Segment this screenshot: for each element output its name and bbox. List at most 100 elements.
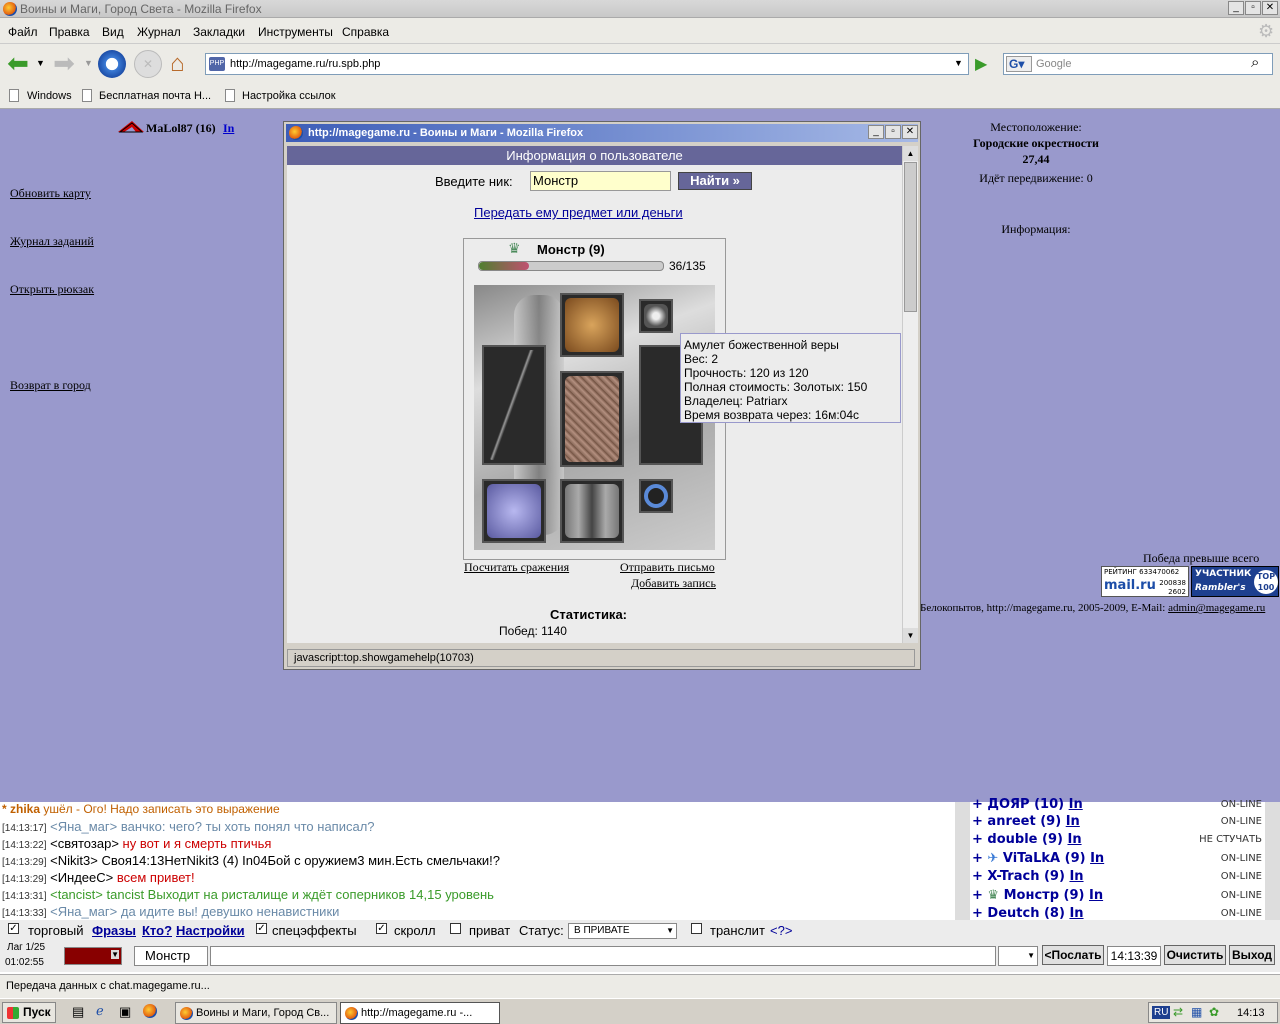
- return-to-city-link[interactable]: Возврат в город: [10, 378, 91, 393]
- taskbar-window-popup[interactable]: http://magegame.ru -...: [340, 1002, 500, 1024]
- scroll-up-icon[interactable]: ▲: [903, 146, 918, 161]
- user-row[interactable]: + anreet (9) In ON-LINE: [972, 814, 1264, 832]
- menu-file[interactable]: Файл: [8, 25, 38, 39]
- menu-tools[interactable]: Инструменты: [258, 25, 333, 39]
- quest-log-link[interactable]: Журнал заданий: [10, 234, 94, 249]
- bookmark-settings[interactable]: Настройка ссылок: [242, 90, 336, 102]
- clear-button[interactable]: Очистить: [1164, 945, 1226, 965]
- user-row[interactable]: + ✈ ViTaLkA (9) In ON-LINE: [972, 851, 1264, 869]
- scroll-label: скролл: [394, 923, 436, 938]
- minimize-button[interactable]: _: [1228, 1, 1244, 15]
- user-row[interactable]: + X-Trach (9) In ON-LINE: [972, 869, 1264, 887]
- menu-edit[interactable]: Правка: [49, 25, 90, 39]
- player-info-link[interactable]: In: [223, 121, 234, 136]
- amulet-icon: [644, 304, 668, 328]
- google-engine-icon[interactable]: G▾: [1006, 56, 1032, 72]
- recipient-field[interactable]: Монстр: [134, 946, 208, 966]
- tray-app-icon[interactable]: ▦: [1191, 1005, 1202, 1019]
- search-bar[interactable]: G▾ Google ⌕: [1003, 53, 1273, 75]
- ring-slot[interactable]: [639, 479, 673, 513]
- admin-email-link[interactable]: admin@magegame.ru: [1168, 602, 1265, 614]
- shield-icon[interactable]: ✿: [1209, 1005, 1219, 1019]
- menu-help[interactable]: Справка: [342, 25, 389, 39]
- give-item-link[interactable]: Передать ему предмет или деньги: [474, 205, 683, 220]
- scroll-down-icon[interactable]: ▼: [903, 628, 918, 643]
- translit-checkbox[interactable]: [691, 923, 702, 934]
- boots-slot[interactable]: [560, 479, 624, 543]
- show-desktop-icon[interactable]: ▤: [72, 1004, 84, 1020]
- phrase-select[interactable]: ▼: [998, 946, 1038, 966]
- player-name: MaLol87 (16): [146, 121, 216, 135]
- url-text[interactable]: http://magegame.ru/ru.spb.php: [230, 58, 380, 70]
- home-icon[interactable]: ⌂: [170, 50, 185, 78]
- users-scrollbar-left[interactable]: [955, 802, 970, 920]
- settings-link[interactable]: Настройки: [176, 923, 245, 938]
- hp-text: 36/135: [669, 259, 706, 273]
- user-row[interactable]: + ДОЯР (10) In ON-LINE: [972, 797, 1264, 815]
- scroll-checkbox[interactable]: ✓: [376, 923, 387, 934]
- url-bar[interactable]: PHP http://magegame.ru/ru.spb.php ▼: [205, 53, 969, 75]
- open-backpack-link[interactable]: Открыть рюкзак: [10, 282, 94, 297]
- chainmail-icon: [565, 376, 619, 462]
- popup-scroll-thumb[interactable]: [904, 162, 917, 312]
- exit-button[interactable]: Выход: [1229, 945, 1275, 965]
- private-checkbox[interactable]: [450, 923, 461, 934]
- mailru-rating-badge[interactable]: РЕЙТИНГ 633470062 mail.ru 200838 2602: [1101, 566, 1189, 597]
- popup-minimize-button[interactable]: _: [868, 125, 884, 139]
- bookmark-mail[interactable]: Бесплатная почта Н...: [99, 90, 211, 102]
- search-icon[interactable]: ⌕: [1251, 54, 1259, 71]
- gloves-slot[interactable]: [482, 479, 546, 543]
- send-letter-link[interactable]: Отправить письмо: [620, 560, 715, 575]
- hp-bar-track: [478, 261, 664, 271]
- refresh-map-link[interactable]: Обновить карту: [10, 186, 91, 201]
- status-select[interactable]: В ПРИВАТЕ ▼: [568, 923, 677, 939]
- armor-slot[interactable]: [560, 371, 624, 467]
- stop-icon[interactable]: ✕: [134, 50, 162, 78]
- add-record-link[interactable]: Добавить запись: [631, 576, 716, 591]
- language-indicator[interactable]: RU: [1152, 1006, 1171, 1019]
- users-scrollbar-right[interactable]: [1265, 802, 1280, 920]
- helmet-slot[interactable]: [560, 293, 624, 357]
- message-input[interactable]: [210, 946, 996, 966]
- throbber-icon: ⚙: [1258, 21, 1275, 41]
- chat-clock: 14:13:39: [1107, 946, 1161, 966]
- taskbar-window-main[interactable]: Воины и Маги, Город Св...: [175, 1002, 337, 1024]
- rambler-top100-badge[interactable]: УЧАСТНИК Rambler's TOP 100: [1191, 566, 1279, 597]
- back-icon[interactable]: ⬅: [4, 50, 32, 78]
- forward-icon[interactable]: ➡: [50, 50, 78, 78]
- weapon-slot[interactable]: [482, 345, 546, 465]
- menu-view[interactable]: Вид: [102, 25, 124, 39]
- trade-checkbox[interactable]: ✓: [8, 923, 19, 934]
- ie-icon[interactable]: ℯ: [96, 1003, 104, 1019]
- start-button[interactable]: Пуск: [2, 1002, 56, 1023]
- user-row[interactable]: + ♛ Монстр (9) In ON-LINE: [972, 888, 1264, 906]
- back-dropdown-icon[interactable]: ▼: [36, 58, 45, 68]
- menu-bookmarks[interactable]: Закладки: [193, 25, 245, 39]
- amulet-slot[interactable]: [639, 299, 673, 333]
- go-icon[interactable]: ▶: [975, 54, 987, 74]
- forward-dropdown-icon[interactable]: ▼: [84, 58, 93, 68]
- bookmark-windows[interactable]: Windows: [27, 90, 72, 102]
- count-battles-link[interactable]: Посчитать сражения: [464, 560, 569, 575]
- network-icon[interactable]: ⇄: [1173, 1005, 1183, 1019]
- effects-checkbox[interactable]: ✓: [256, 923, 267, 934]
- user-row[interactable]: + double (9) In НЕ СТУЧАТЬ: [972, 832, 1264, 850]
- menu-history[interactable]: Журнал: [137, 25, 181, 39]
- find-button[interactable]: Найти »: [678, 172, 752, 190]
- send-button[interactable]: <Послать: [1042, 945, 1104, 965]
- nick-input[interactable]: Монстр: [530, 171, 671, 191]
- quicklaunch-icon[interactable]: ▣: [119, 1004, 131, 1020]
- who-link[interactable]: Кто?: [142, 923, 172, 938]
- popup-close-button[interactable]: ✕: [902, 125, 918, 139]
- close-button[interactable]: ✕: [1262, 1, 1278, 15]
- maximize-button[interactable]: ▫: [1245, 1, 1261, 15]
- reload-icon[interactable]: [98, 50, 126, 78]
- item-tooltip: Амулет божественной веры Вес: 2 Прочност…: [680, 333, 901, 423]
- popup-maximize-button[interactable]: ▫: [885, 125, 901, 139]
- color-select[interactable]: ▼: [64, 947, 122, 965]
- phrases-link[interactable]: Фразы: [92, 923, 136, 938]
- firefox-quicklaunch-icon[interactable]: [143, 1004, 157, 1018]
- translit-help-link[interactable]: <?>: [770, 923, 792, 938]
- url-dropdown-icon[interactable]: ▼: [954, 58, 963, 68]
- popup-scrollbar[interactable]: ▲ ▼: [902, 146, 918, 643]
